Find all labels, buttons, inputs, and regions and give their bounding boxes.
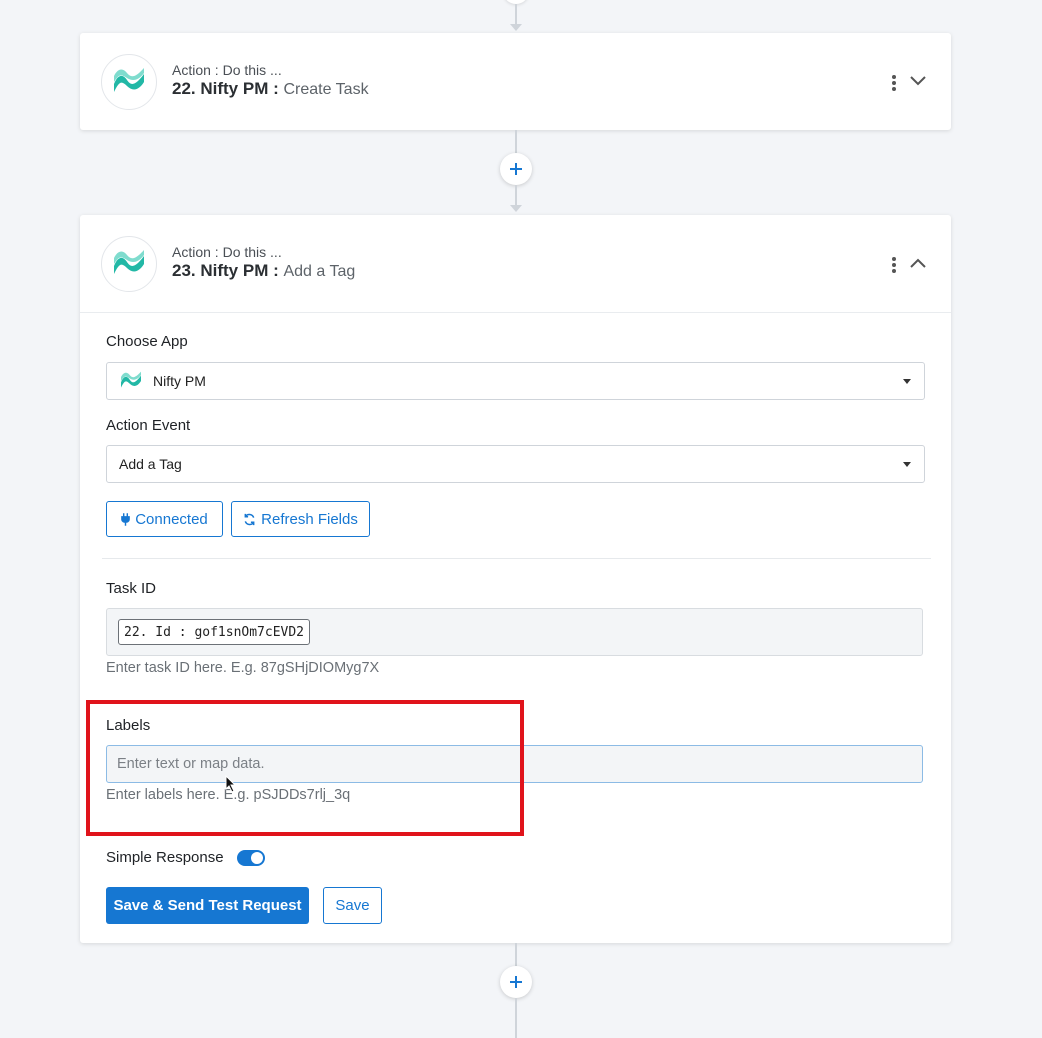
choose-app-value: Nifty PM <box>153 373 206 389</box>
nifty-pm-logo-icon <box>101 236 157 292</box>
connected-button-label: Connected <box>135 510 208 528</box>
add-step-button[interactable] <box>500 153 532 185</box>
plus-icon <box>510 976 522 988</box>
connector-arrow <box>510 24 522 31</box>
kebab-icon[interactable] <box>888 73 900 93</box>
connector-line <box>515 185 517 205</box>
simple-response-toggle[interactable] <box>237 850 265 866</box>
chevron-up-icon[interactable] <box>908 255 928 271</box>
task-id-field[interactable]: 22. Id : gof1snOm7cEVD2 <box>106 608 923 656</box>
plug-icon <box>121 512 131 526</box>
mapped-data-chip[interactable]: 22. Id : gof1snOm7cEVD2 <box>118 619 311 645</box>
action-card-22[interactable]: Action : Do this ... 22. Nifty PM : Crea… <box>80 33 951 130</box>
refresh-icon <box>244 513 255 525</box>
card-title-prefix: 23. Nifty PM : <box>172 261 279 280</box>
caret-down-icon <box>903 379 911 384</box>
simple-response-label: Simple Response <box>106 849 224 866</box>
card-subtitle: Action : Do this ... <box>172 62 282 78</box>
kebab-icon[interactable] <box>888 255 900 275</box>
caret-down-icon <box>903 462 911 467</box>
task-id-label: Task ID <box>106 580 157 597</box>
action-event-select[interactable]: Add a Tag <box>106 445 925 483</box>
add-step-button[interactable] <box>500 966 532 998</box>
connector-line <box>515 998 517 1038</box>
connector-line <box>515 943 517 967</box>
action-event-label: Action Event <box>106 417 191 434</box>
mouse-cursor-icon <box>225 775 237 793</box>
card-title: 22. Nifty PM : Create Task <box>172 79 369 99</box>
nifty-pm-logo-icon <box>101 54 157 110</box>
task-id-hint: Enter task ID here. E.g. 87gSHjDIOMyg7X <box>106 660 380 676</box>
card-action-name: Add a Tag <box>283 263 356 280</box>
refresh-fields-button[interactable]: Refresh Fields <box>231 501 370 537</box>
card-title-prefix: 22. Nifty PM : <box>172 79 279 98</box>
labels-label: Labels <box>106 717 151 734</box>
connector-arrow <box>510 205 522 212</box>
save-and-send-test-button[interactable]: Save & Send Test Request <box>106 887 309 924</box>
save-button[interactable]: Save <box>323 887 382 924</box>
connected-button[interactable]: Connected <box>106 501 223 537</box>
toggle-knob <box>251 852 263 864</box>
choose-app-label: Choose App <box>106 333 188 350</box>
nifty-pm-logo-icon <box>121 371 141 388</box>
card-action-name: Create Task <box>283 81 369 98</box>
card-header[interactable]: Action : Do this ... 23. Nifty PM : Add … <box>80 215 951 312</box>
refresh-fields-label: Refresh Fields <box>261 510 358 528</box>
action-event-value: Add a Tag <box>119 456 182 472</box>
choose-app-select[interactable]: Nifty PM <box>106 362 925 400</box>
card-subtitle: Action : Do this ... <box>172 244 282 260</box>
card-header[interactable]: Action : Do this ... 22. Nifty PM : Crea… <box>80 33 951 130</box>
action-card-23: Action : Do this ... 23. Nifty PM : Add … <box>80 215 951 943</box>
plus-icon <box>510 163 522 175</box>
connector-line <box>515 4 517 24</box>
card-body: Choose App Nifty PM Action Event Add a T… <box>80 312 951 943</box>
card-title: 23. Nifty PM : Add a Tag <box>172 261 355 281</box>
connector-line <box>515 130 517 154</box>
section-divider <box>102 558 931 559</box>
chevron-down-icon[interactable] <box>908 73 928 89</box>
